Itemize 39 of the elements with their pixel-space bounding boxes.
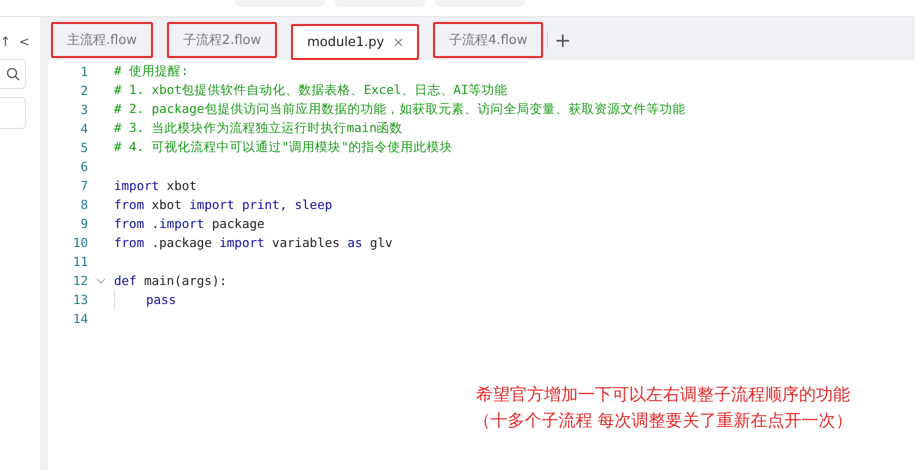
search-button[interactable]: [0, 59, 26, 89]
line-number: 13: [72, 292, 88, 307]
line-number: 4: [79, 121, 88, 136]
line-number: 10: [72, 235, 88, 250]
code-line: pass: [146, 292, 176, 307]
line-number: 14: [72, 311, 88, 326]
search-icon: [6, 67, 20, 81]
line-number: 5: [79, 140, 88, 155]
code-line: # 4. 可视化流程中可以通过"调用模块"的指令使用此模块: [114, 139, 453, 156]
code-line: # 1. xbot包提供软件自动化、数据表格、Excel、日志、AI等功能: [114, 82, 508, 99]
code-line: # 2. package包提供访问当前应用数据的功能，如获取元素、访问全局变量、获取资源文件等功能: [114, 101, 686, 118]
editor-tab[interactable]: 主流程.flow: [51, 22, 153, 58]
sidebar-arrow[interactable]: ↑: [0, 35, 11, 51]
line-number: 8: [79, 197, 88, 212]
line-number: 6: [79, 159, 88, 174]
line-number: 2: [79, 83, 88, 98]
line-number: 12: [72, 273, 88, 288]
code-line: from .import package: [114, 216, 265, 231]
editor-tab[interactable]: 子流程4.flow: [433, 22, 544, 58]
line-number: 3: [79, 102, 88, 117]
code-line: def main(args):: [114, 273, 227, 288]
line-number: 1: [79, 64, 88, 79]
editor-tab[interactable]: module1.py: [291, 24, 420, 60]
line-number: 9: [79, 216, 88, 231]
add-tab-button[interactable]: +: [548, 22, 578, 58]
annotation-text: （十多个子流程 每次调整要关了重新在点开一次）: [472, 410, 854, 433]
code-line: from .package import variables as glv: [114, 235, 392, 250]
editor-tab[interactable]: 子流程2.flow: [166, 22, 278, 58]
code-line: from xbot import print, sleep: [114, 197, 332, 212]
close-icon[interactable]: [394, 38, 404, 46]
line-number: 11: [72, 254, 88, 269]
line-number: 7: [79, 178, 88, 193]
fold-chevron-icon[interactable]: [96, 278, 106, 284]
annotation-text: 希望官方增加一下可以左右调整子流程顺序的功能: [475, 384, 851, 407]
sidebar-panel-button[interactable]: [0, 97, 26, 129]
code-line: import xbot: [114, 178, 197, 193]
code-line: # 使用提醒:: [114, 63, 189, 80]
code-line: # 3. 当此模块作为流程独立运行时执行main函数: [114, 120, 403, 137]
sidebar-arrow[interactable]: <: [18, 35, 30, 51]
